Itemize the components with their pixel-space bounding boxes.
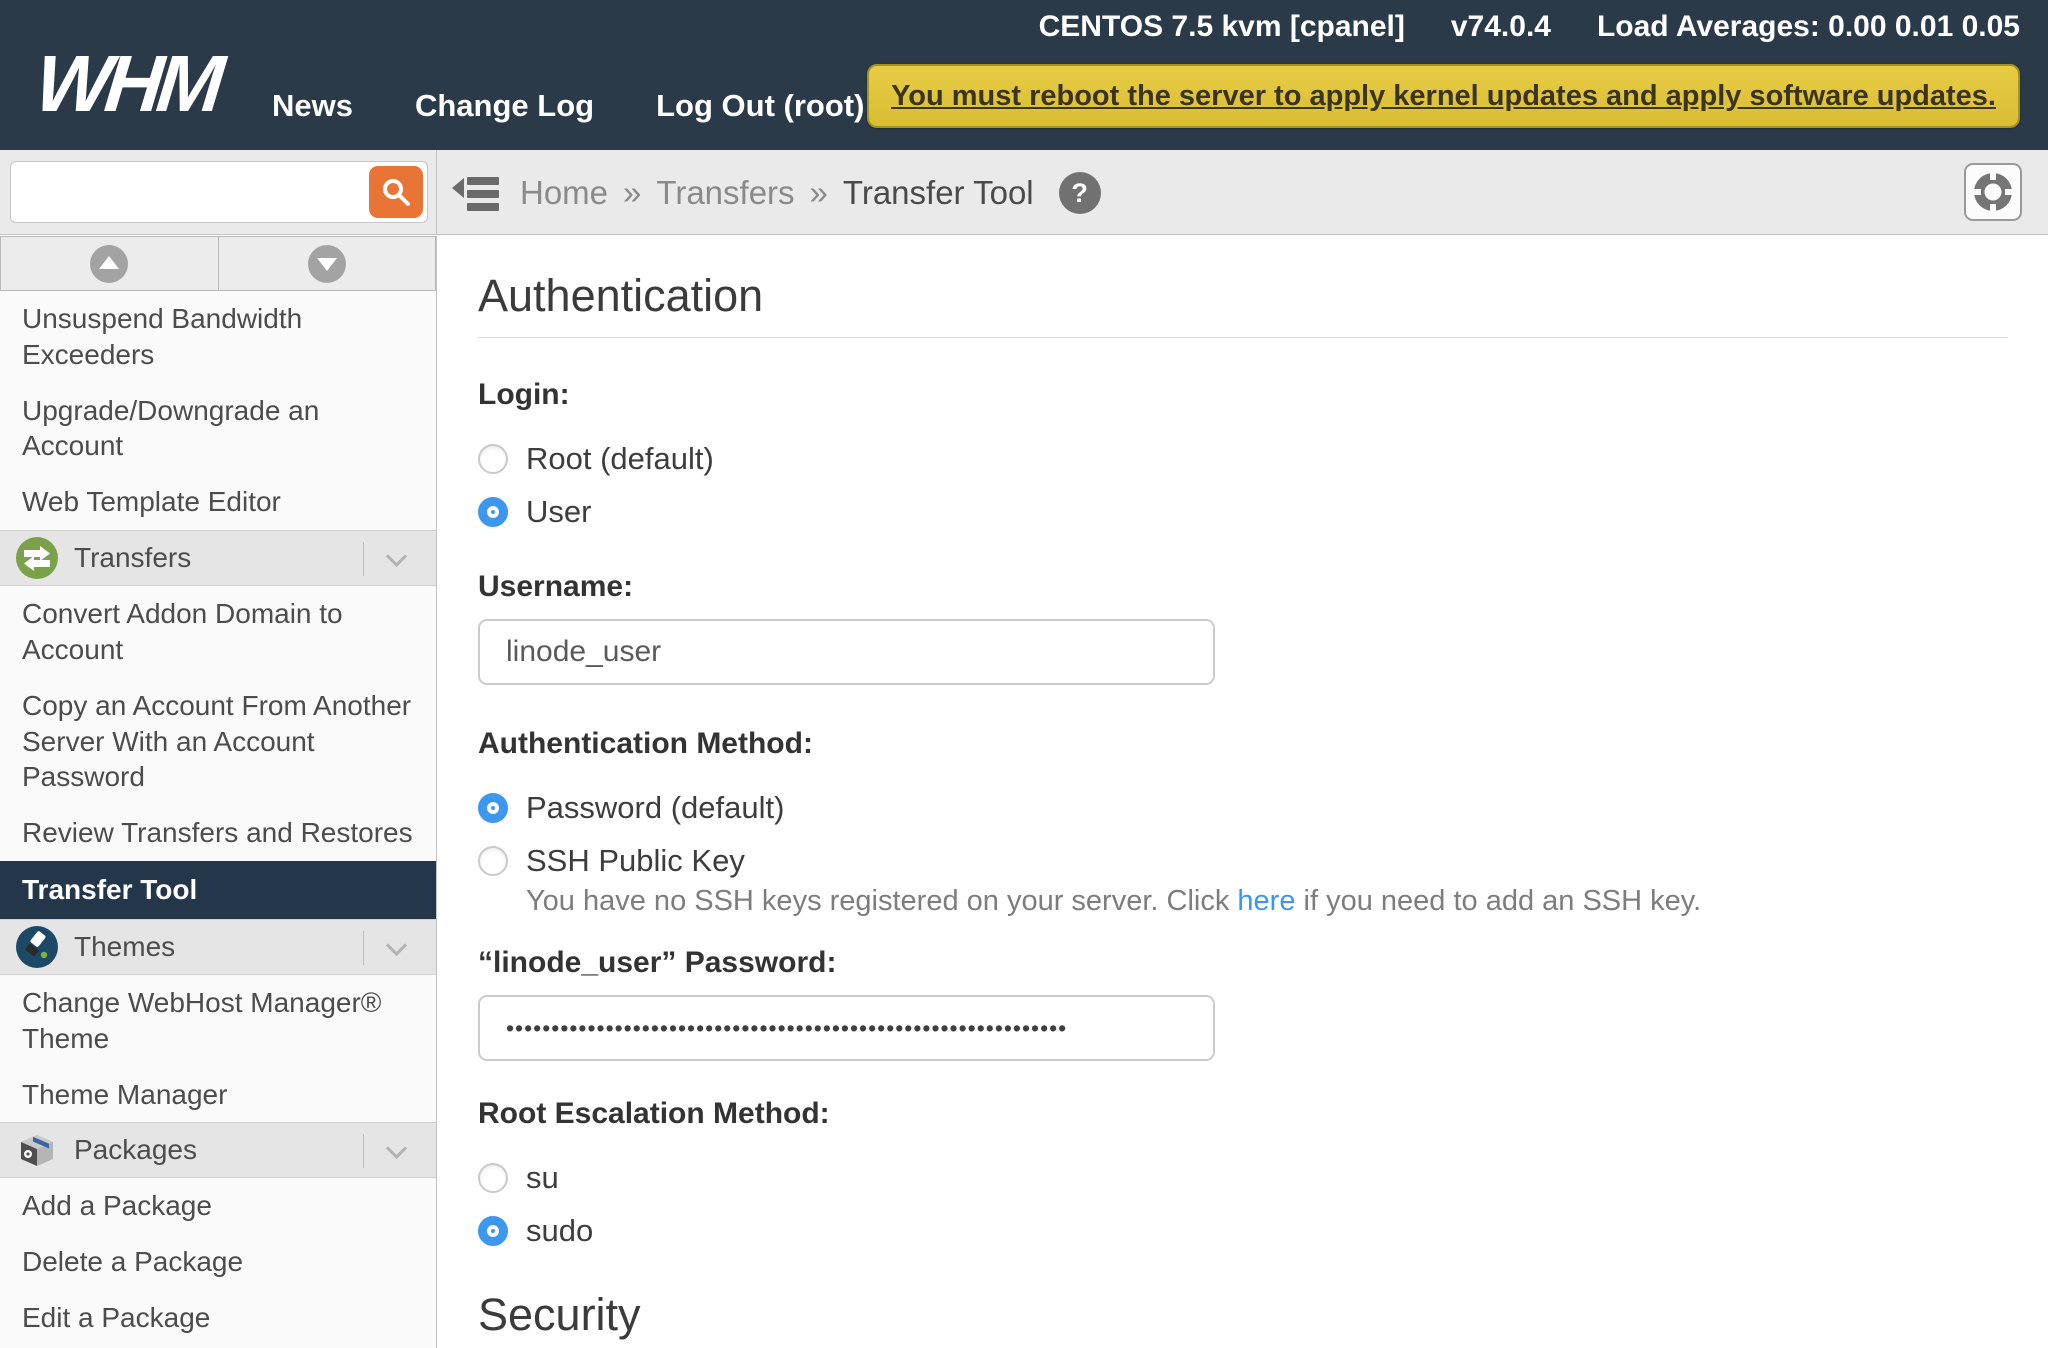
ssh-note-text: You have no SSH keys registered on your … — [526, 885, 1237, 917]
whm-logo[interactable]: WHM — [31, 38, 223, 130]
sidebar-item-theme-manager[interactable]: Theme Manager — [0, 1067, 436, 1123]
username-input[interactable] — [478, 619, 1215, 685]
scroll-down-icon — [308, 245, 346, 283]
search-box — [10, 161, 428, 223]
sidebar-item-delete-package[interactable]: Delete a Package — [0, 1234, 436, 1290]
reboot-warning-text: You must reboot the server to apply kern… — [891, 80, 1996, 113]
ssh-key-note: You have no SSH keys registered on your … — [526, 885, 2008, 918]
scroll-up-button[interactable] — [0, 236, 219, 290]
sidebar-scroll-controls — [0, 236, 436, 291]
reboot-warning-banner[interactable]: You must reboot the server to apply kern… — [867, 64, 2020, 128]
sidebar-section-label: Packages — [74, 1134, 197, 1166]
login-root-option: Root (default) — [478, 441, 2008, 477]
sidebar-item-edit-package[interactable]: Edit a Package — [0, 1290, 436, 1346]
breadcrumb-current: Transfer Tool — [843, 174, 1034, 212]
radio-user-label[interactable]: User — [526, 494, 591, 530]
help-icon[interactable]: ? — [1059, 172, 1101, 214]
password-label: “linode_user” Password: — [478, 946, 2008, 980]
sidebar-item-upgrade-downgrade-account[interactable]: Upgrade/Downgrade an Account — [0, 383, 436, 475]
radio-user[interactable] — [478, 497, 508, 527]
server-os: CENTOS 7.5 kvm [cpanel] — [1039, 10, 1405, 44]
sidebar-section-label: Transfers — [74, 542, 191, 574]
collapse-sidebar-button[interactable] — [452, 174, 502, 214]
security-section-title: Security — [478, 1289, 2008, 1341]
breadcrumb-transfers[interactable]: Transfers — [656, 174, 794, 212]
escalation-sudo-option: sudo — [478, 1213, 2008, 1249]
scroll-up-icon — [90, 245, 128, 283]
radio-password-label[interactable]: Password (default) — [526, 790, 784, 826]
life-ring-icon — [1971, 170, 2015, 214]
ssh-note-text: if you need to add an SSH key. — [1295, 885, 1701, 917]
radio-root[interactable] — [478, 444, 508, 474]
nav-log-out[interactable]: Log Out (root) — [656, 88, 864, 124]
auth-method-label: Authentication Method: — [478, 727, 2008, 761]
auth-method-password-option: Password (default) — [478, 790, 2008, 826]
radio-sudo-label[interactable]: sudo — [526, 1213, 593, 1249]
radio-ssh-key-label[interactable]: SSH Public Key — [526, 843, 745, 879]
search-icon — [381, 177, 411, 207]
sidebar-section-transfers[interactable]: Transfers — [0, 530, 436, 586]
chevron-down-icon[interactable] — [386, 1138, 407, 1159]
packages-icon — [16, 1129, 58, 1171]
auth-method-ssh-option: SSH Public Key — [478, 843, 2008, 879]
sidebar-item-convert-addon-domain[interactable]: Convert Addon Domain to Account — [0, 586, 436, 678]
radio-ssh-key[interactable] — [478, 846, 508, 876]
chevron-down-icon[interactable] — [386, 546, 407, 567]
sidebar-section-themes[interactable]: Themes — [0, 919, 436, 975]
breadcrumb-home[interactable]: Home — [520, 174, 608, 212]
divider — [363, 542, 364, 576]
sidebar-section-label: Themes — [74, 931, 175, 963]
toolbar-search-area — [0, 150, 437, 235]
username-label: Username: — [478, 570, 2008, 604]
sidebar-item-transfer-tool[interactable]: Transfer Tool — [0, 861, 436, 919]
escalation-su-option: su — [478, 1160, 2008, 1196]
breadcrumb: Home » Transfers » Transfer Tool ? — [520, 150, 1101, 235]
server-info: CENTOS 7.5 kvm [cpanel] v74.0.4 Load Ave… — [1039, 10, 2020, 44]
divider — [363, 931, 364, 965]
sidebar-item-unsuspend-bandwidth-exceeders[interactable]: Unsuspend Bandwidth Exceeders — [0, 291, 436, 383]
sidebar-item-change-whm-theme[interactable]: Change WebHost Manager® Theme — [0, 975, 436, 1067]
top-navigation: News Change Log Log Out (root) — [272, 88, 864, 124]
collapse-sidebar-icon — [452, 174, 502, 214]
nav-change-log[interactable]: Change Log — [415, 88, 594, 124]
transfers-icon — [16, 537, 58, 579]
password-input[interactable] — [478, 995, 1215, 1061]
toolbar: Home » Transfers » Transfer Tool ? — [0, 150, 2048, 235]
login-user-option: User — [478, 494, 2008, 530]
login-label: Login: — [478, 378, 2008, 412]
radio-sudo[interactable] — [478, 1216, 508, 1246]
support-button[interactable] — [1964, 163, 2022, 221]
topbar: WHM News Change Log Log Out (root) CENTO… — [0, 0, 2048, 150]
breadcrumb-separator: » — [810, 174, 828, 212]
sidebar-item-web-template-editor[interactable]: Web Template Editor — [0, 474, 436, 530]
ssh-note-link[interactable]: here — [1237, 885, 1295, 917]
nav-news[interactable]: News — [272, 88, 353, 124]
sidebar-item-add-package[interactable]: Add a Package — [0, 1178, 436, 1234]
root-escalation-label: Root Escalation Method: — [478, 1097, 2008, 1131]
divider — [478, 337, 2008, 338]
sidebar: Unsuspend Bandwidth Exceeders Upgrade/Do… — [0, 236, 437, 1348]
scroll-down-button[interactable] — [219, 236, 437, 290]
radio-su-label[interactable]: su — [526, 1160, 559, 1196]
radio-root-label[interactable]: Root (default) — [526, 441, 714, 477]
authentication-section-title: Authentication — [478, 270, 2008, 322]
themes-icon — [16, 926, 58, 968]
server-version: v74.0.4 — [1451, 10, 1551, 44]
chevron-down-icon[interactable] — [386, 935, 407, 956]
radio-su[interactable] — [478, 1163, 508, 1193]
search-button[interactable] — [369, 166, 423, 218]
sidebar-item-copy-account[interactable]: Copy an Account From Another Server With… — [0, 678, 436, 805]
sidebar-section-packages[interactable]: Packages — [0, 1122, 436, 1178]
divider — [363, 1134, 364, 1168]
server-load-averages: Load Averages: 0.00 0.01 0.05 — [1597, 10, 2020, 44]
sidebar-item-review-transfers[interactable]: Review Transfers and Restores — [0, 805, 436, 861]
breadcrumb-separator: » — [623, 174, 641, 212]
main-content: Authentication Login: Root (default) Use… — [438, 236, 2048, 1348]
search-input[interactable] — [11, 162, 363, 222]
radio-password[interactable] — [478, 793, 508, 823]
